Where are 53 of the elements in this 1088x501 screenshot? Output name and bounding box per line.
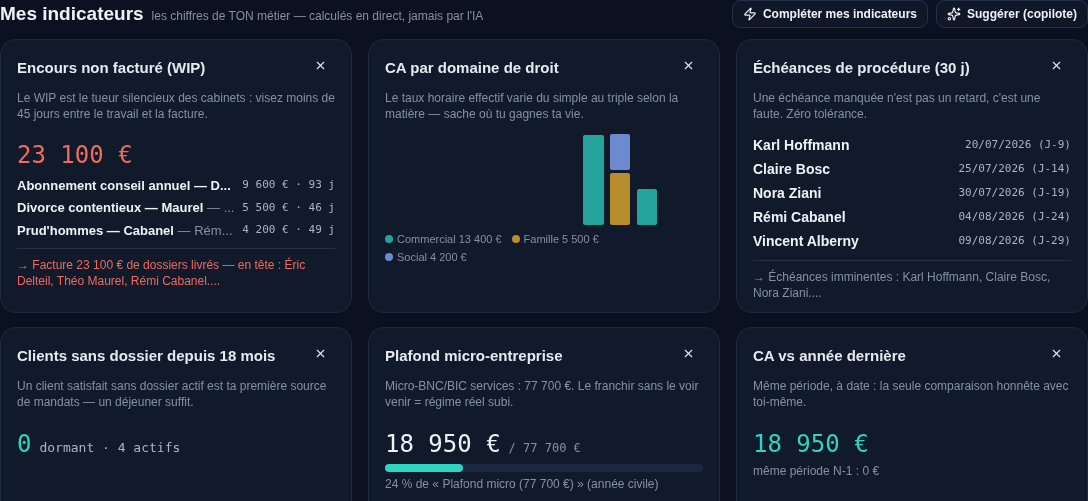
lightning-icon [742,7,757,21]
close-button[interactable] [314,59,327,72]
card-title: Clients sans dossier depuis 18 mois [17,346,276,366]
ceiling-value: / 77 700 € [508,439,581,457]
card-title: CA vs année dernière [753,346,906,366]
card-footer: → Échéances imminentes : Karl Hoffmann, Claire Bosc, Nora Ziani.... [753,268,1071,301]
card-title: Échéances de procédure (30 j) [753,58,970,78]
toolbar-button[interactable]: Suggérer (copilote) [936,0,1088,28]
legend-label: Social 4 200 € [397,250,467,265]
close-button[interactable] [314,347,327,360]
close-button[interactable] [1050,59,1063,72]
card-description: Une échéance manquée n'est pas un retard, c'est une faute. Zéro tolérance. [753,89,1042,122]
card-description: Un client satisfait sans dossier actif est ta première source de mandats — un déjeuner suffit. [17,377,328,410]
revenue-value: 18 950 € [385,428,501,460]
card-description: Le WIP est le tueur silencieux des cabinets : visez moins de 45 jours entre le travail et la facture. [17,89,335,122]
case-amount: 9 600 € · 93 j [242,177,335,193]
case-amount: 4 200 € · 49 j [242,222,335,238]
deadline-date: 30/07/2026 (J-19) [958,184,1071,201]
legend-label: Famille 5 500 € [523,231,599,247]
page-subtitle: les chiffres de TON métier — calculés en direct, jamais par l'IA [151,7,484,25]
client-name: Vincent Alberny [753,231,859,251]
page-title: Mes indicateurs [0,1,144,26]
case-label: Abonnement conseil annuel — D... [17,176,231,195]
case-amount: 5 500 € · 46 j [242,199,335,216]
previous-period: même période N-1 : 0 € [753,462,881,480]
card-title: Encours non facturé (WIP) [17,58,206,78]
progress-caption: 24 % de « Plafond micro (77 700 €) » (année civile) [385,475,660,493]
count-detail: dormant · 4 actifs [39,438,181,457]
close-button[interactable] [1050,347,1063,360]
deadline-date: 25/07/2026 (J-14) [958,160,1071,177]
client-name: Rémi Cabanel [753,207,846,227]
wip-total: 23 100 € [17,139,134,170]
client-name: Claire Bosc [753,159,831,179]
close-button[interactable] [682,347,695,360]
revenue-value: 18 950 € [753,428,870,460]
client-name: Karl Hoffmann [753,135,850,155]
card-description: Le taux horaire effectif varie du simple au triple selon la matière — sache où tu gagnes ta vie. [385,89,680,122]
case-label: Prud'hommes — Cabanel — Rém... [17,221,233,240]
close-button[interactable] [682,59,695,72]
sparkles-icon [947,7,961,21]
deadline-date: 04/08/2026 (J-24) [958,208,1071,225]
card-title: CA par domaine de droit [385,58,559,78]
card-description: Micro-BNC/BIC services : 77 700 €. Le franchir sans le voir venir = régime réel subi. [385,377,700,410]
card-footer: → Facture 23 100 € de dossiers livrés — en tête : Éric Delteil, Théo Maurel, Rémi Cabanel.... [17,257,335,289]
deadline-date: 09/08/2026 (J-29) [958,232,1071,249]
card-description: Même période, à date : la seule comparaison honnête avec toi-même. [753,377,1070,410]
legend-label: Commercial 13 400 € [397,231,502,247]
deadline-date: 20/07/2026 (J-9) [965,136,1071,153]
dormant-count: 0 [17,428,32,460]
toolbar-button[interactable]: Compléter mes indicateurs [731,0,928,28]
client-name: Nora Ziani [753,183,822,203]
case-label: Divorce contentieux — Maurel — ... [17,199,235,217]
card-title: Plafond micro-entreprise [385,346,563,366]
